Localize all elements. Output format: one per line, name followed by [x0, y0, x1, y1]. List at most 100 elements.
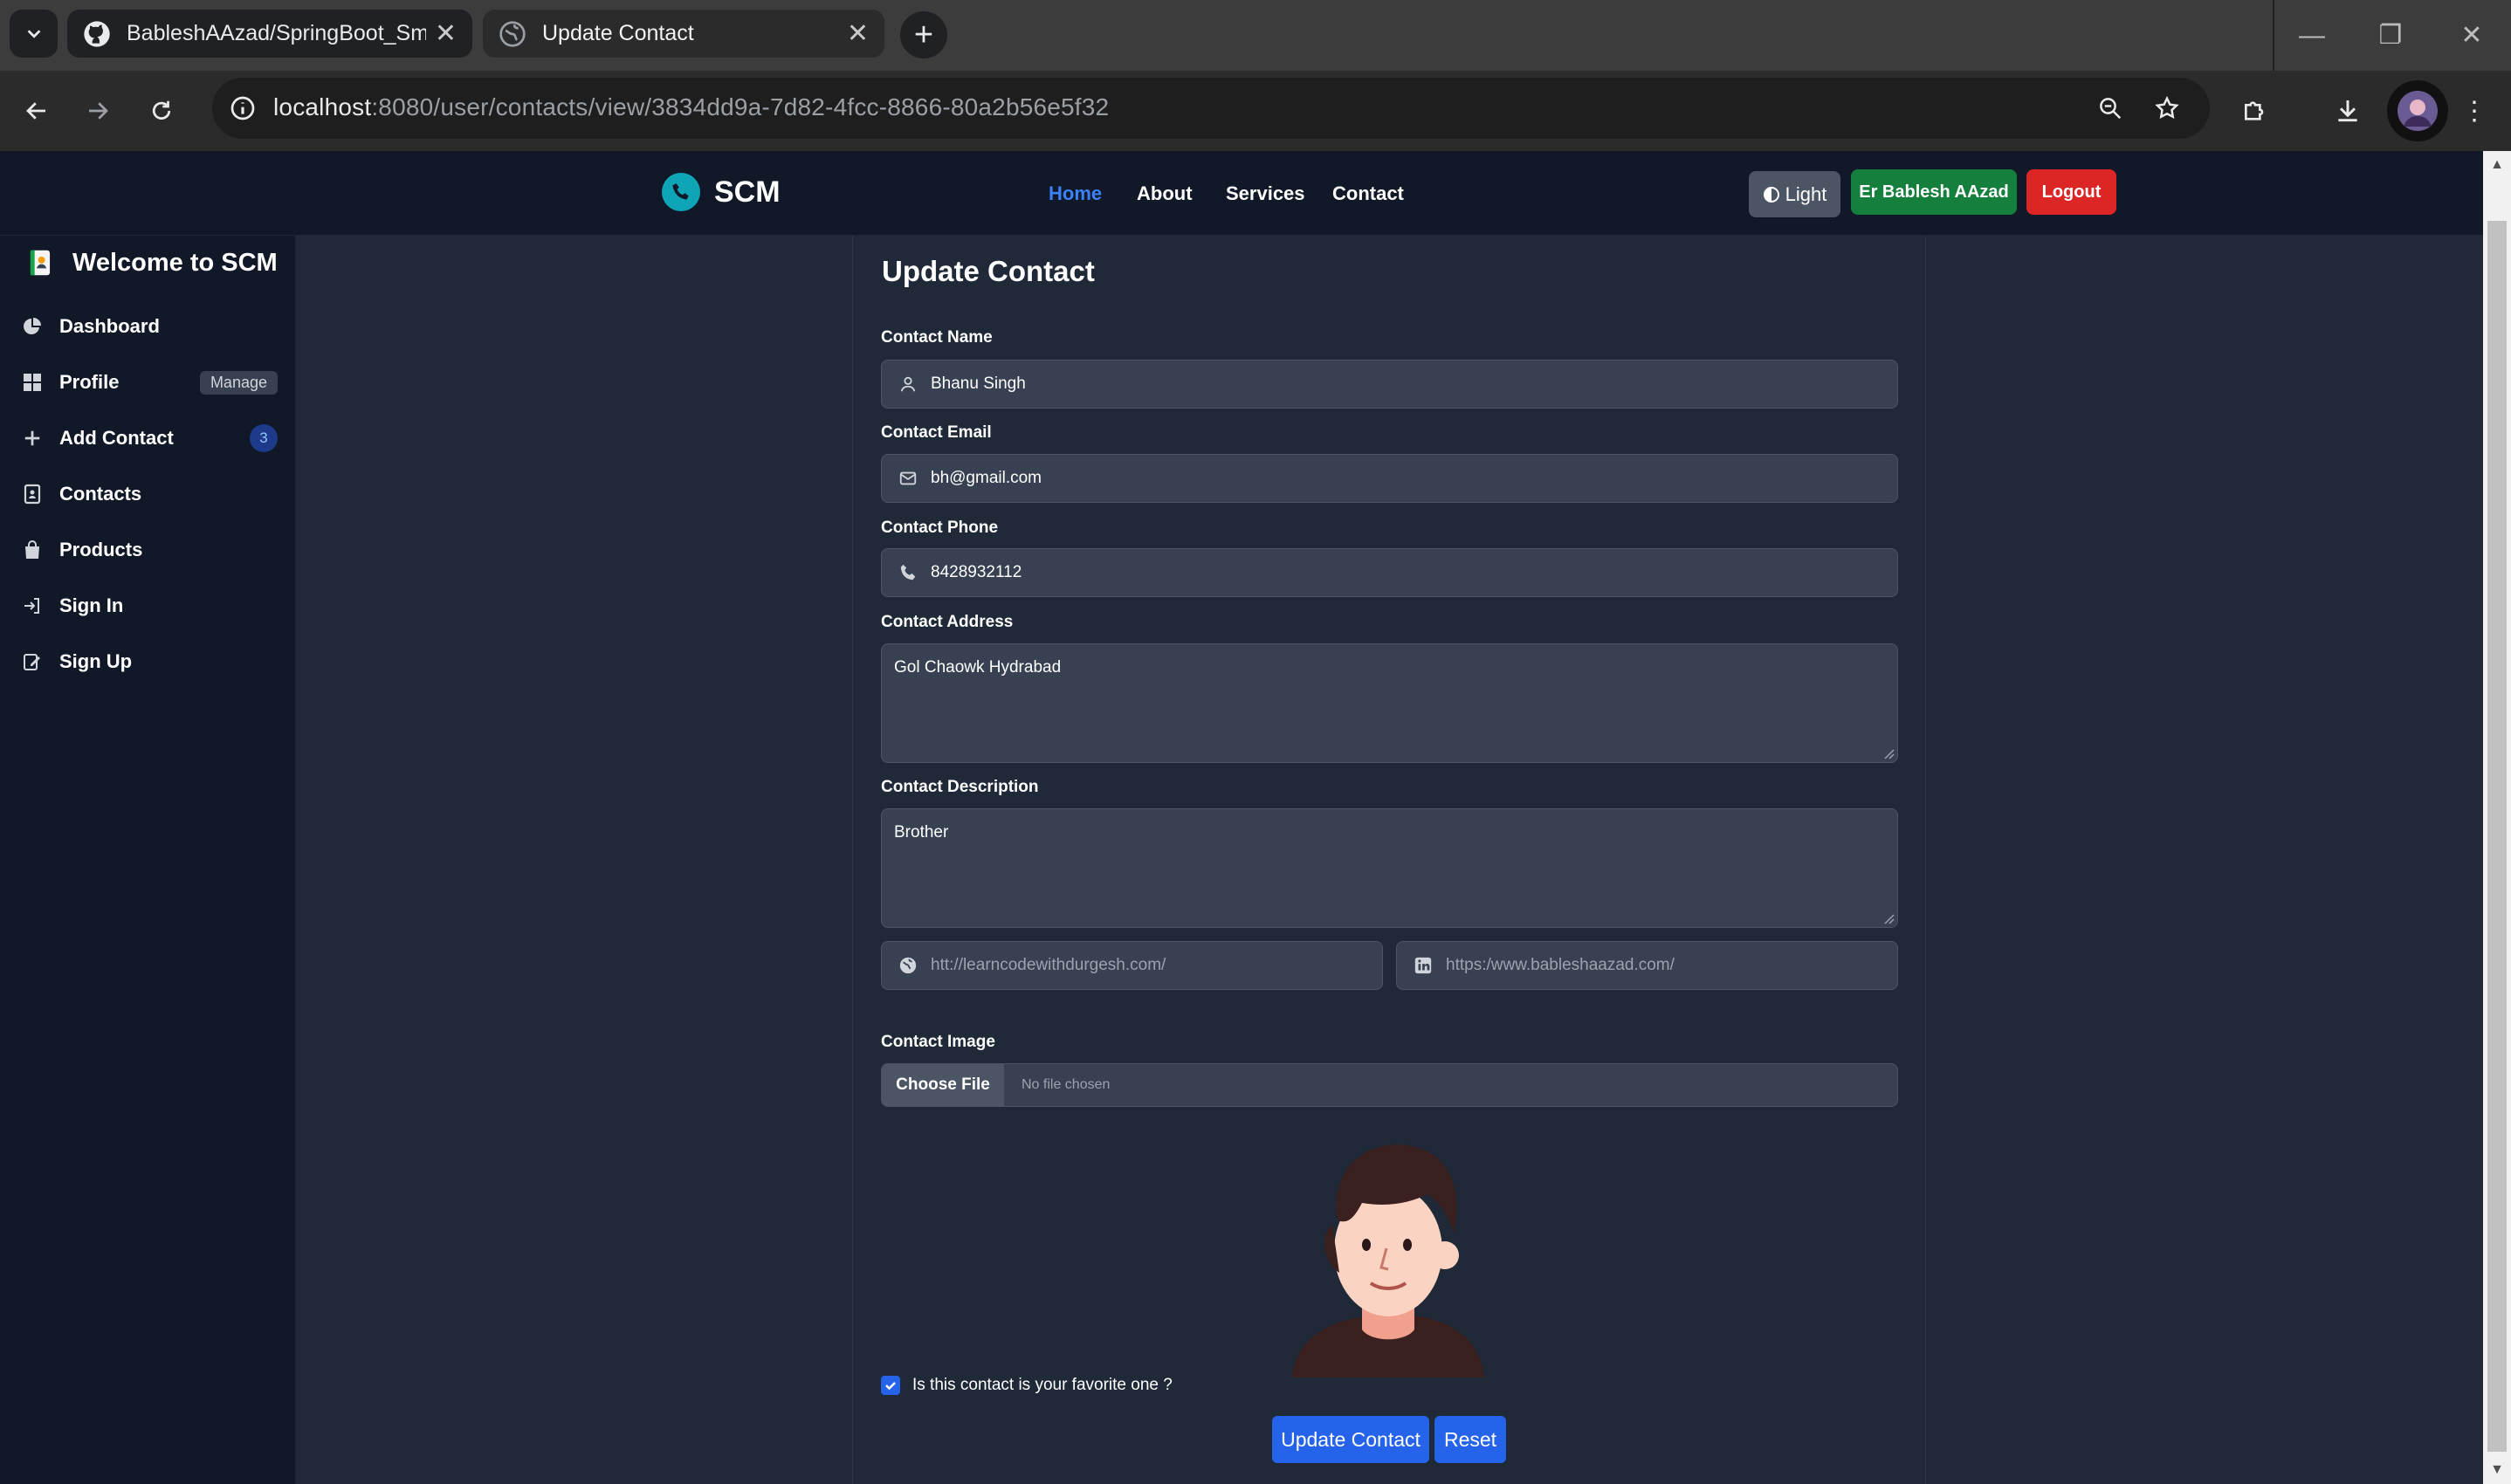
reset-button[interactable]: Reset: [1434, 1416, 1506, 1463]
sidebar-title-text: Welcome to SCM: [72, 248, 278, 277]
downloads-button[interactable]: [2323, 86, 2372, 135]
new-tab-button[interactable]: +: [900, 11, 947, 58]
contact-email-value: bh@gmail.com: [931, 469, 1042, 487]
contact-image-label: Contact Image: [881, 1033, 995, 1051]
reload-button[interactable]: [137, 86, 186, 135]
browser-tab-github[interactable]: BableshAAzad/SpringBoot_Sma ✕: [67, 10, 472, 58]
sidebar-item-sign-up[interactable]: Sign Up: [19, 640, 278, 684]
github-icon: [84, 20, 110, 47]
browser-tab-update-contact[interactable]: Update Contact ✕: [483, 10, 884, 58]
sidebar-item-label: Profile: [59, 371, 120, 393]
browser-toolbar: localhost:8080/user/contacts/view/3834dd…: [0, 71, 2511, 151]
chevron-down-icon: [27, 29, 40, 38]
close-tab-icon[interactable]: ✕: [847, 18, 869, 49]
favorite-checkbox[interactable]: [881, 1376, 900, 1395]
bag-icon: [19, 537, 45, 563]
nav-link-home[interactable]: Home: [1049, 182, 1102, 205]
scroll-down-icon[interactable]: ▼: [2483, 1456, 2511, 1484]
site-info-icon[interactable]: [219, 85, 266, 132]
contact-phone-input[interactable]: 8428932112: [881, 548, 1898, 597]
contact-avatar-image: [1292, 1144, 1484, 1378]
restore-button[interactable]: ❐: [2351, 0, 2430, 71]
globe-icon: [499, 20, 526, 47]
linkedin-icon: [1413, 955, 1434, 976]
sidebar-item-label: Sign In: [59, 594, 124, 616]
extensions-button[interactable]: [2231, 86, 2280, 135]
sidebar-title: Welcome to SCM: [24, 246, 278, 279]
minimize-button[interactable]: —: [2273, 0, 2351, 71]
browser-menu-button[interactable]: ⋮: [2450, 86, 2499, 135]
choose-file-button[interactable]: Choose File: [882, 1064, 1004, 1106]
sidebar-item-add-contact[interactable]: Add Contact 3: [19, 416, 278, 460]
contact-address-textarea[interactable]: Gol Chaowk Hydrabad: [881, 643, 1898, 763]
nav-link-about[interactable]: About: [1137, 182, 1193, 205]
profile-avatar[interactable]: [2387, 80, 2448, 141]
sidebar-item-label: Add Contact: [59, 427, 174, 449]
sidebar-item-contacts[interactable]: Contacts: [19, 472, 278, 516]
user-profile-button[interactable]: Er Bablesh AAzad: [1851, 169, 2017, 215]
file-status-text: No file chosen: [1022, 1077, 1111, 1092]
sign-up-icon: [19, 649, 45, 675]
nav-link-contact[interactable]: Contact: [1332, 182, 1404, 205]
sidebar: Welcome to SCM Dashboard Profile Manage …: [0, 236, 295, 1484]
page-scrollbar[interactable]: ▲ ▼: [2483, 151, 2511, 1484]
resize-handle-icon[interactable]: [1882, 747, 1895, 759]
sign-in-icon: [19, 593, 45, 619]
contact-name-label: Contact Name: [881, 328, 993, 347]
linkedin-link-input[interactable]: https:/www.bableshaazad.com/: [1396, 941, 1898, 990]
close-window-button[interactable]: ✕: [2432, 0, 2511, 71]
address-book-icon: [19, 481, 45, 507]
website-link-input[interactable]: htt://learncodewithdurgesh.com/: [881, 941, 1383, 990]
more-vertical-icon: ⋮: [2461, 96, 2487, 126]
half-circle-icon: [1763, 186, 1779, 203]
resize-handle-icon[interactable]: [1882, 912, 1895, 924]
address-bar[interactable]: localhost:8080/user/contacts/view/3834dd…: [212, 78, 2210, 139]
brand[interactable]: SCM: [662, 173, 781, 211]
grid-icon: [19, 369, 45, 395]
logout-button[interactable]: Logout: [2026, 169, 2116, 215]
contact-description-label: Contact Description: [881, 778, 1039, 796]
url-text[interactable]: localhost:8080/user/contacts/view/3834dd…: [273, 93, 1109, 121]
contact-address-value: Gol Chaowk Hydrabad: [894, 658, 1062, 677]
user-icon: [898, 374, 918, 395]
contact-address-label: Contact Address: [881, 613, 1014, 631]
contact-image-file-input[interactable]: Choose File No file chosen: [881, 1063, 1898, 1107]
tab-search-button[interactable]: [10, 10, 58, 58]
contact-book-icon: [30, 250, 51, 276]
scroll-thumb[interactable]: [2487, 221, 2507, 1452]
restore-icon: ❐: [2378, 21, 2403, 50]
sidebar-item-label: Contacts: [59, 483, 142, 505]
sidebar-item-dashboard[interactable]: Dashboard: [19, 305, 278, 348]
arrow-left-icon: [26, 102, 45, 120]
pie-chart-icon: [19, 313, 45, 340]
contact-description-textarea[interactable]: Brother: [881, 808, 1898, 928]
contact-email-input[interactable]: bh@gmail.com: [881, 454, 1898, 503]
url-path: :8080/user/contacts/view/3834dd9a-7d82-4…: [371, 93, 1110, 120]
contact-email-label: Contact Email: [881, 423, 992, 442]
sidebar-item-label: Products: [59, 539, 143, 560]
browser-tab-bar: BableshAAzad/SpringBoot_Sma ✕ Update Con…: [0, 0, 2511, 71]
close-tab-icon[interactable]: ✕: [435, 18, 457, 49]
contact-name-input[interactable]: Bhanu Singh: [881, 360, 1898, 409]
favorite-label: Is this contact is your favorite one ?: [912, 1376, 1173, 1394]
check-icon: [885, 1382, 896, 1391]
tab-title: Update Contact: [542, 21, 694, 45]
phone-icon: [898, 562, 918, 583]
tab-title: BableshAAzad/SpringBoot_Sma: [127, 21, 426, 45]
back-button[interactable]: [12, 86, 61, 135]
nav-link-services[interactable]: Services: [1226, 182, 1305, 205]
linkedin-link-value: https:/www.bableshaazad.com/: [1446, 956, 1675, 974]
arrow-right-icon: [89, 102, 108, 120]
update-contact-button[interactable]: Update Contact: [1272, 1416, 1429, 1463]
contact-name-value: Bhanu Singh: [931, 374, 1026, 393]
sidebar-item-profile[interactable]: Profile Manage: [19, 361, 278, 404]
sidebar-item-label: Dashboard: [59, 315, 160, 337]
sidebar-item-sign-in[interactable]: Sign In: [19, 584, 278, 628]
sidebar-item-products[interactable]: Products: [19, 528, 278, 572]
bookmark-star-icon[interactable]: [2149, 90, 2185, 127]
main-content: Update Contact Contact Name Bhanu Singh …: [295, 236, 2483, 1484]
scroll-up-icon[interactable]: ▲: [2483, 151, 2511, 179]
theme-toggle-button[interactable]: Light: [1749, 171, 1840, 217]
zoom-icon[interactable]: [2092, 90, 2129, 127]
forward-button[interactable]: [73, 86, 122, 135]
